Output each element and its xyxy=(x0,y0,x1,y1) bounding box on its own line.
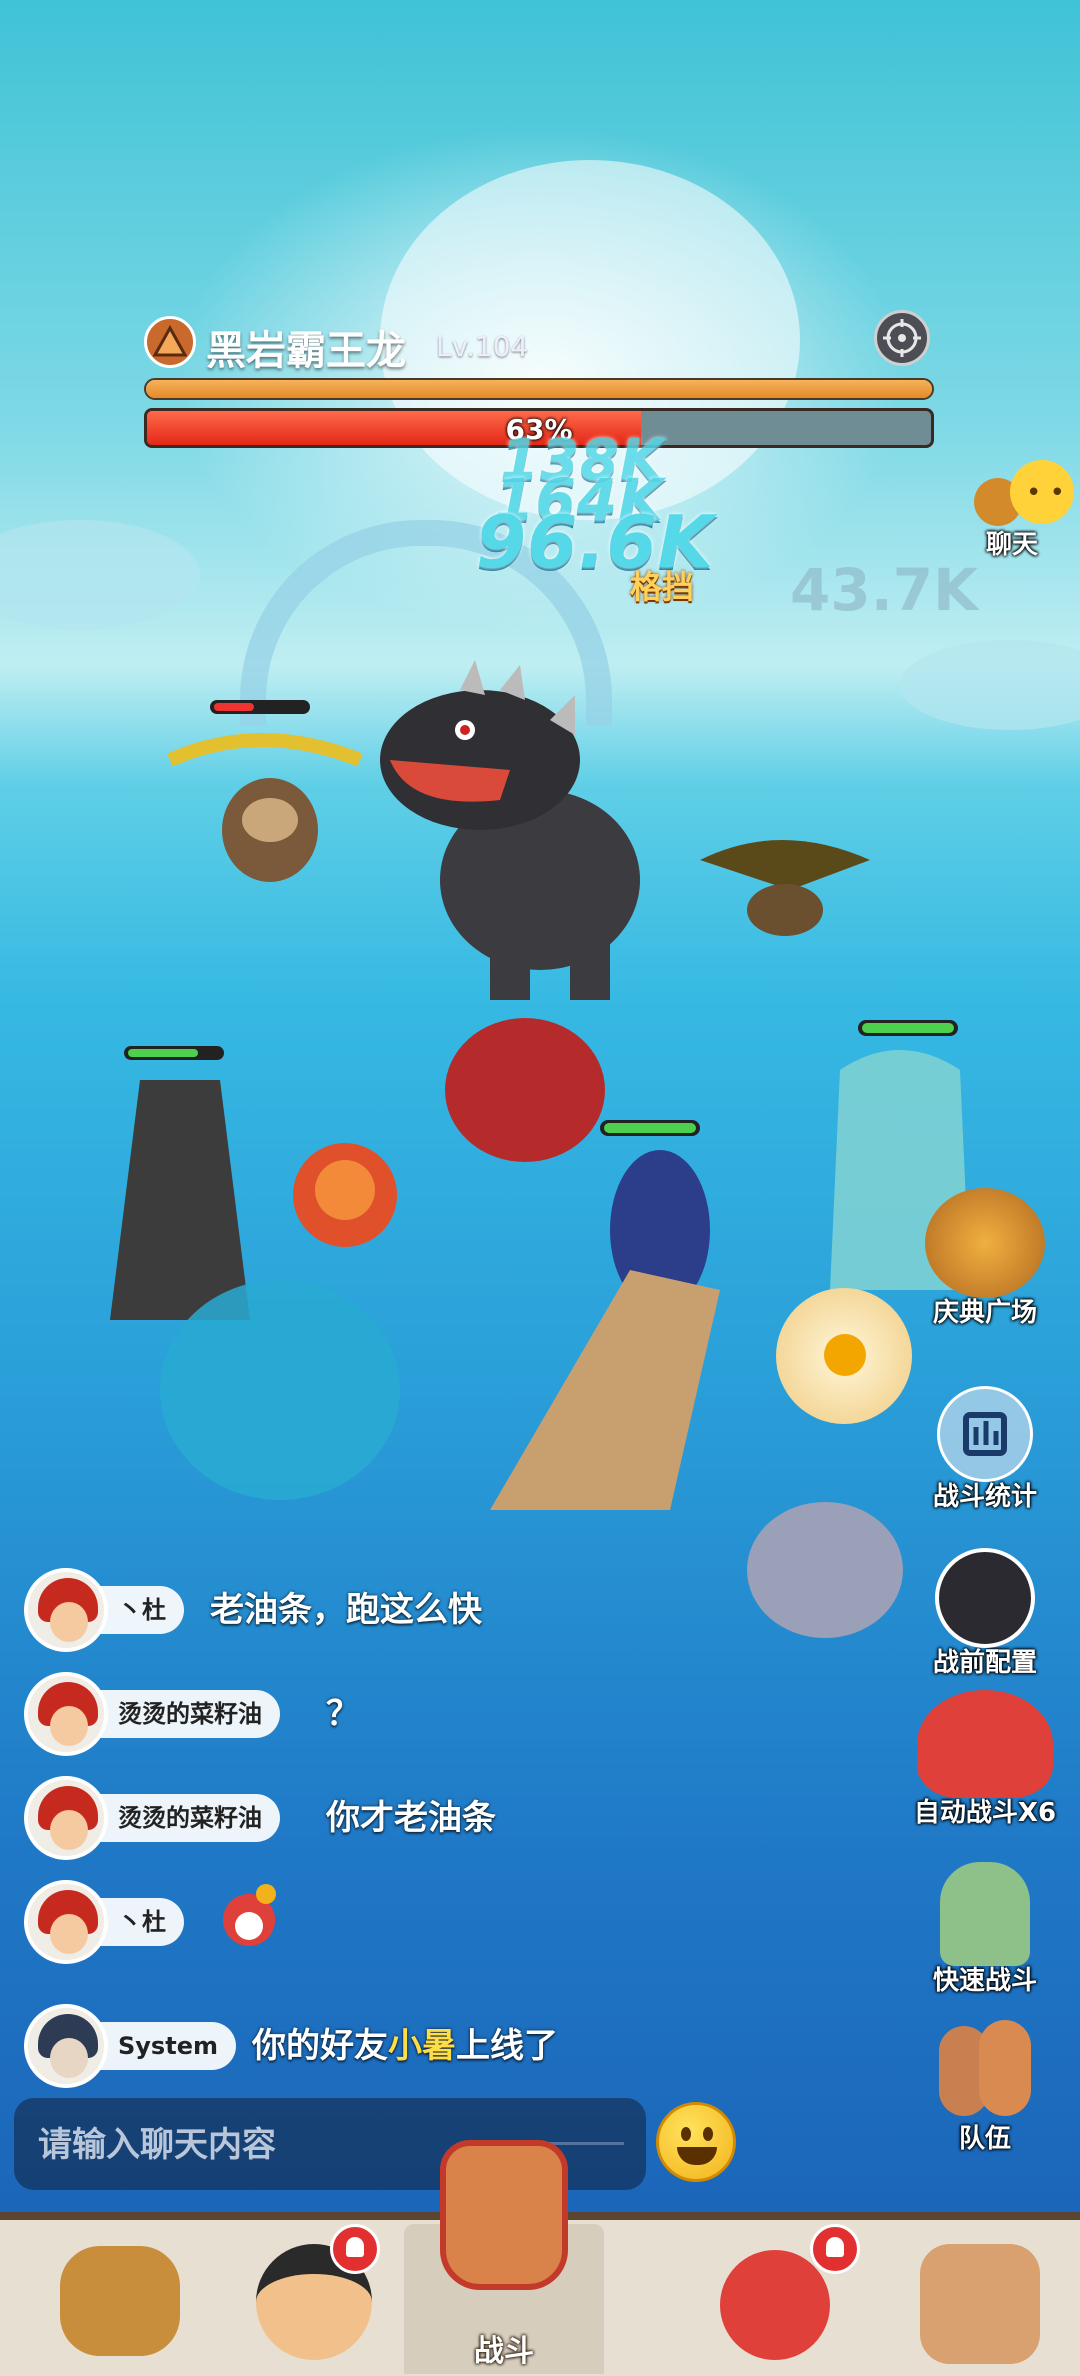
dino-avatar-icon xyxy=(935,1548,1035,1648)
nav-tab-tribe[interactable] xyxy=(880,2224,1080,2374)
chat-text: 你的好友小暑上线了 xyxy=(252,2018,558,2067)
boss-shield-bar xyxy=(144,378,934,400)
smiley-face: • • xyxy=(1026,478,1065,508)
chat-message: 烫烫的菜籽油 ？ xyxy=(24,1672,664,1756)
totem-icon xyxy=(940,1862,1030,1966)
chat-text: 老油条，跑这么快 xyxy=(210,1590,482,1630)
red-dino-icon xyxy=(917,1690,1053,1798)
chat-message: 丶杜 xyxy=(24,1880,664,1964)
battle-scene: 黑岩霸王龙 Lv.104 63% 138K 164K 96.6K 格挡 43.7… xyxy=(0,0,1080,2376)
bird-creature xyxy=(700,840,870,936)
bottom-nav: 战斗 xyxy=(0,2140,1080,2376)
avatar[interactable] xyxy=(24,1880,108,1964)
caveman-icon xyxy=(60,2246,180,2356)
auto-battle-button[interactable]: 自动战斗X6 xyxy=(900,1690,1070,1829)
t-rex-boss xyxy=(380,660,640,1000)
chat-text: 你才老油条 xyxy=(326,1798,496,1838)
crosshair-icon xyxy=(883,319,921,357)
pre-battle-config-button[interactable]: 战前配置 xyxy=(900,1548,1070,1679)
block-text: 格挡 xyxy=(630,568,695,606)
orange-fruit-icon xyxy=(824,1334,866,1376)
smiley-eye xyxy=(703,2127,713,2141)
red-dino-icon xyxy=(720,2250,830,2360)
damage-number-faded: 43.7K xyxy=(790,556,979,624)
smiley-eye xyxy=(681,2127,691,2141)
chat-message: 烫烫的菜籽油 你才老油条 xyxy=(24,1776,664,1860)
friend-name[interactable]: 小暑 xyxy=(388,2026,456,2066)
chat-text-part: 上线了 xyxy=(456,2026,558,2066)
chat-sender: 烫烫的菜籽油 xyxy=(90,1794,280,1842)
chat-text-part: 你的好友 xyxy=(252,2026,388,2066)
chat-input[interactable] xyxy=(36,2112,460,2178)
target-lock-button[interactable] xyxy=(874,310,930,366)
notification-bell-icon xyxy=(810,2224,860,2274)
chat-side-label: 聊天 xyxy=(986,530,1039,560)
nav-tab-battle[interactable]: 战斗 xyxy=(404,2140,604,2374)
ice-beast xyxy=(160,1280,400,1500)
chat-message: 丶杜 老油条，跑这么快 xyxy=(24,1568,664,1652)
boss-name: 黑岩霸王龙 xyxy=(206,328,406,374)
background-island xyxy=(900,640,1080,730)
dino-sticker-icon xyxy=(223,1884,276,1946)
celebration-plaza-button[interactable]: 庆典广场 xyxy=(900,1188,1070,1329)
fruit-orb[interactable] xyxy=(776,1288,912,1424)
smiley-mouth xyxy=(677,2147,717,2165)
tribe-chief-icon xyxy=(920,2244,1040,2364)
battle-mask-icon xyxy=(440,2140,568,2290)
nav-tab-character[interactable] xyxy=(20,2224,220,2374)
notification-bell-icon xyxy=(330,2224,380,2274)
fire-creature xyxy=(293,1143,397,1247)
sloth-creature xyxy=(167,700,363,882)
avatar[interactable] xyxy=(24,1776,108,1860)
feathered-beast xyxy=(490,1120,720,1510)
nav-tab-hero[interactable] xyxy=(220,2224,420,2374)
chat-sender: 烫烫的菜籽油 xyxy=(90,1690,280,1738)
chat-message-system: System 你的好友小暑上线了 xyxy=(24,2004,664,2088)
boss-level: Lv.104 xyxy=(436,330,529,363)
boss-shield-fill xyxy=(146,380,932,398)
chat-side-button[interactable]: • • 聊天 xyxy=(966,460,1076,560)
stats-icon xyxy=(937,1386,1033,1482)
boss-type-icon xyxy=(144,316,196,368)
battle-stats-button[interactable]: 战斗统计 xyxy=(900,1386,1070,1513)
grey-elephant xyxy=(747,1502,903,1638)
avatar[interactable] xyxy=(24,1672,108,1756)
nav-tab-pet[interactable] xyxy=(620,2224,860,2374)
chat-text: ？ xyxy=(326,1694,360,1734)
background-island xyxy=(0,520,200,630)
quick-battle-button[interactable]: 快速战斗 xyxy=(900,1862,1070,1997)
dragon-icon xyxy=(925,1188,1045,1298)
chat-sender: System xyxy=(90,2022,236,2070)
team-button[interactable]: 队伍 xyxy=(900,2020,1070,2155)
avatar[interactable] xyxy=(24,1568,108,1652)
emoji-button[interactable] xyxy=(656,2102,736,2182)
nav-tab-battle-label: 战斗 xyxy=(474,2334,534,2369)
team-icon xyxy=(935,2020,1035,2124)
avatar[interactable] xyxy=(24,2004,108,2088)
